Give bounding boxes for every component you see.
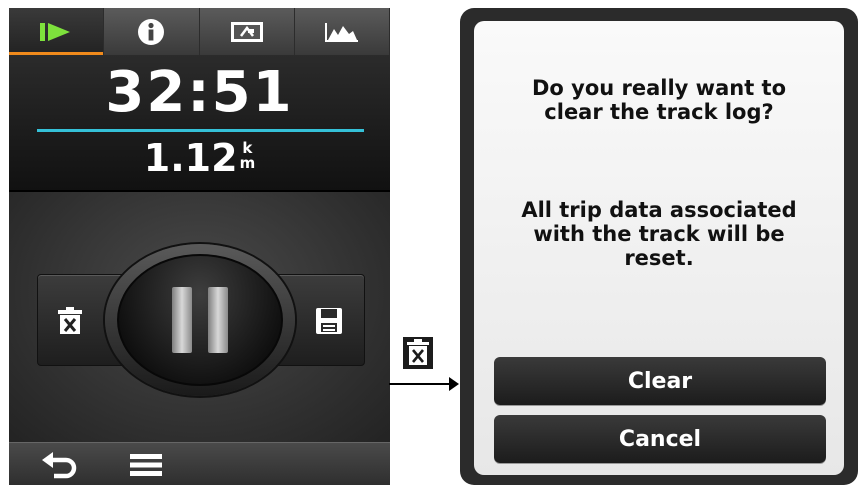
clear-track-button[interactable] [45,296,95,346]
elevation-icon [324,22,358,42]
pause-icon-bar-right [208,287,228,353]
dialog-question: Do you really want to clear the track lo… [531,76,787,124]
info-icon [138,18,165,45]
pause-button[interactable] [117,254,283,386]
save-track-button[interactable] [304,296,354,346]
tab-elevation[interactable] [295,8,390,55]
track-screen: 32:51 1.12 k m [9,8,390,485]
trip-readout: 32:51 1.12 k m [9,55,390,192]
back-button[interactable] [29,443,89,485]
arrow-right-icon [449,377,459,391]
distance-unit: km [240,141,256,171]
cancel-button[interactable]: Cancel [494,415,826,463]
tab-bar [9,8,390,55]
clear-button[interactable]: Clear [494,357,826,405]
control-panel [9,192,390,442]
distance-unit-bottom: m [239,154,256,172]
tab-map[interactable] [200,8,295,55]
play-icon [40,22,71,41]
timer-divider [37,129,364,132]
tab-info[interactable] [104,8,200,55]
distance-value: 1.12 [143,136,238,180]
trash-icon [403,337,433,369]
back-icon [42,451,77,478]
transition-trash-icon [402,337,434,369]
menu-button[interactable] [116,443,176,485]
pause-icon [172,287,192,353]
transition-arrow-line [389,383,451,385]
save-icon [316,308,342,334]
tab-play[interactable] [9,8,105,55]
bottom-bar [9,442,390,485]
confirm-screen: Do you really want to clear the track lo… [460,8,858,485]
confirm-dialog: Do you really want to clear the track lo… [474,21,844,475]
menu-icon [130,453,162,476]
distance-readout: 1.12 k m [9,135,390,181]
map-icon [230,21,263,42]
dialog-info: All trip data associated with the track … [521,198,797,270]
elapsed-time: 32:51 [105,60,294,125]
trash-icon [58,307,82,334]
